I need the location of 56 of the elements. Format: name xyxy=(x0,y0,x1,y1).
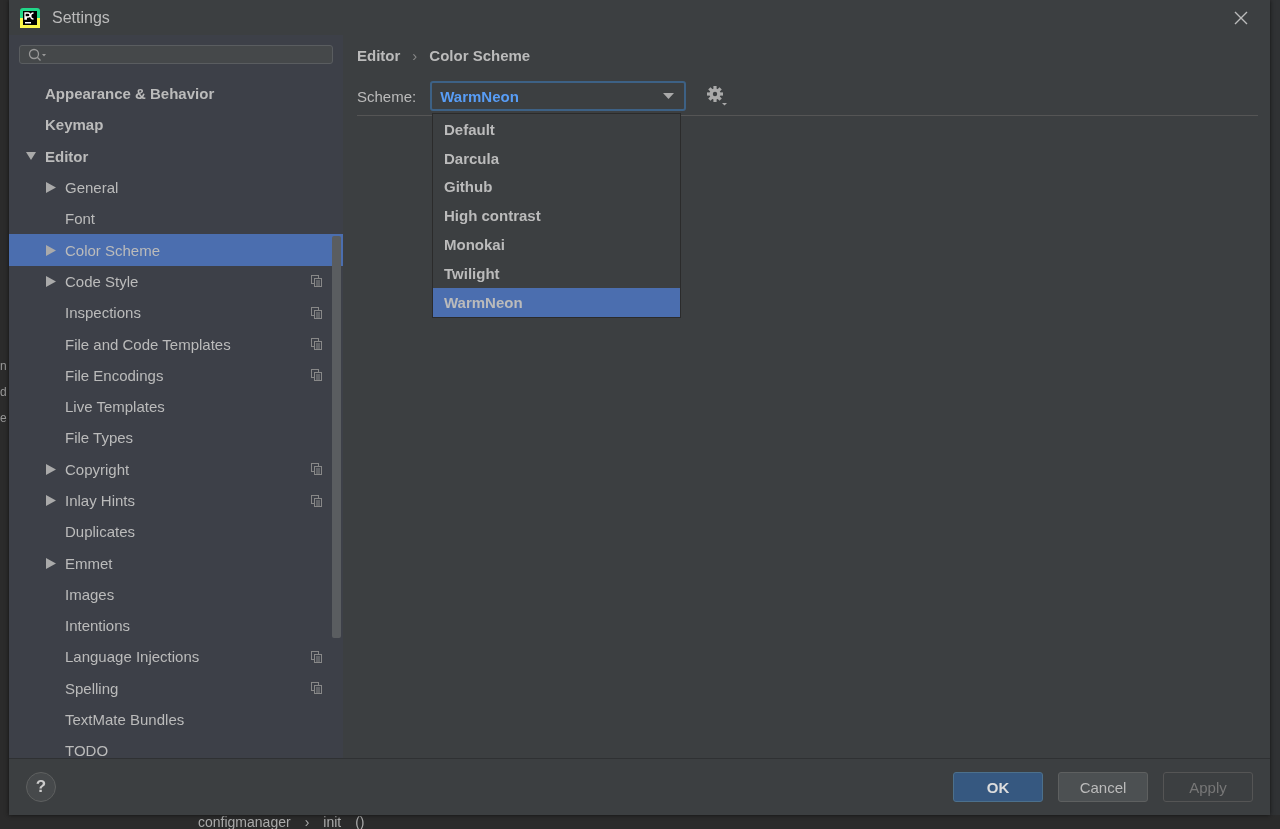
tree-item[interactable]: Intentions xyxy=(9,610,343,642)
background-text: e xyxy=(0,410,7,426)
dropdown-option[interactable]: Github xyxy=(433,172,680,202)
scheme-label: Scheme: xyxy=(357,87,417,105)
collapsed-arrow-icon[interactable] xyxy=(46,495,56,506)
dropdown-arrow-icon xyxy=(663,93,675,99)
dropdown-option[interactable]: Darcula xyxy=(433,143,680,173)
background-text: d xyxy=(0,384,7,400)
expanded-arrow-icon[interactable] xyxy=(26,151,36,162)
help-button[interactable]: ? xyxy=(26,772,56,802)
dropdown-option[interactable]: High contrast xyxy=(433,201,680,231)
collapsed-arrow-icon[interactable] xyxy=(46,182,56,194)
settings-icon[interactable] xyxy=(706,85,729,107)
tree-item[interactable]: Inspections xyxy=(9,297,343,329)
dialog-button[interactable]: OK xyxy=(953,772,1043,802)
tree-item[interactable]: Font xyxy=(9,203,343,235)
collapsed-arrow-icon[interactable] xyxy=(46,275,56,287)
close-icon[interactable] xyxy=(1234,10,1248,25)
dropdown-option[interactable]: Default xyxy=(433,115,680,144)
tree-item[interactable]: Appearance & Behavior xyxy=(9,78,343,110)
tree-item[interactable]: Copyright xyxy=(9,453,343,485)
tree-item[interactable]: Emmet xyxy=(9,547,343,579)
tree-item[interactable]: TextMate Bundles xyxy=(9,703,343,736)
tree-item[interactable]: Inlay Hints xyxy=(9,484,343,517)
background-text: configmanager xyxy=(198,815,291,829)
tree-item[interactable]: TODO xyxy=(9,735,343,758)
tree-item[interactable]: File Encodings xyxy=(9,359,343,391)
background-text: › xyxy=(304,815,310,829)
window-title: Settings xyxy=(52,8,110,27)
tree-item[interactable]: Code Style xyxy=(9,265,343,298)
tree-item[interactable]: Spelling xyxy=(9,672,343,704)
background-text: n xyxy=(0,358,7,374)
breadcrumb-separator: › xyxy=(412,46,418,64)
tree-item[interactable]: Images xyxy=(9,578,343,611)
tree-item[interactable]: File and Code Templates xyxy=(9,328,343,360)
breadcrumb-item: Editor xyxy=(357,46,401,64)
tree-item[interactable]: File Types xyxy=(9,422,343,454)
dialog-button[interactable]: Cancel xyxy=(1058,772,1148,802)
collapsed-arrow-icon[interactable] xyxy=(46,557,56,569)
tree-item[interactable]: Live Templates xyxy=(9,390,343,423)
background-text: init xyxy=(323,815,342,829)
dropdown-option[interactable]: Twilight xyxy=(433,259,680,288)
app-logo-icon xyxy=(20,7,40,28)
collapsed-arrow-icon[interactable] xyxy=(46,463,56,475)
scheme-dropdown[interactable]: WarmNeon xyxy=(430,81,687,111)
breadcrumb-item: Color Scheme xyxy=(429,46,531,64)
background-text: () xyxy=(355,815,365,829)
tree-item[interactable]: Editor xyxy=(9,140,343,172)
tree-item[interactable]: General xyxy=(9,171,343,204)
search-icon xyxy=(28,47,48,62)
scrollbar[interactable] xyxy=(332,236,341,638)
search-field[interactable] xyxy=(19,45,333,64)
tree-item[interactable]: Keymap xyxy=(9,109,343,141)
dropdown-option[interactable]: Monokai xyxy=(433,230,680,259)
tree-item[interactable]: Language Injections xyxy=(9,641,343,673)
tree-item[interactable]: Duplicates xyxy=(9,516,343,548)
